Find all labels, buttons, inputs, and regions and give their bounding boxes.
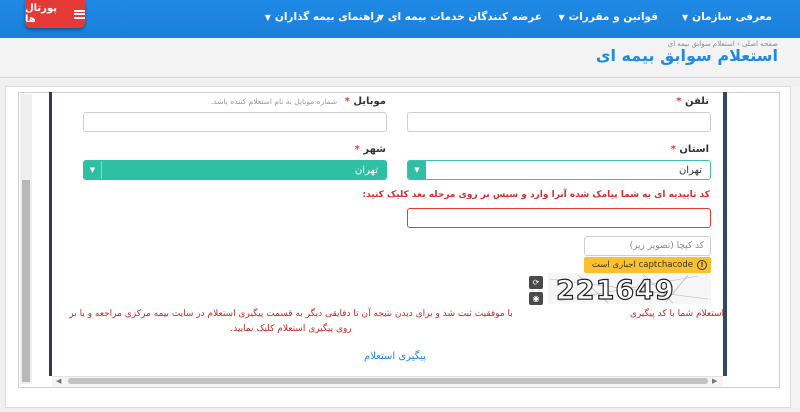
- city-select[interactable]: تهران ▼: [83, 160, 387, 180]
- horizontal-scroll-thumb[interactable]: [68, 378, 708, 384]
- city-label-text: شهر: [363, 144, 386, 155]
- nav-item-label: معرفی سازمان: [692, 11, 772, 23]
- captcha-warning-text: captchacode اجباری است: [591, 260, 693, 270]
- nav-item-label: عرضه کنندگان خدمات بیمه ای: [387, 11, 542, 23]
- warning-icon: !: [697, 260, 707, 270]
- nav-item-about[interactable]: معرفی سازمان▼: [682, 11, 772, 27]
- vertical-scroll-thumb[interactable]: [22, 180, 30, 382]
- nav-item-label: راهنمای بیمه گذاران: [274, 11, 380, 23]
- province-select[interactable]: تهران ▼: [407, 160, 711, 180]
- confirm-code-input[interactable]: [407, 208, 711, 228]
- mobile-label-text: موبایل: [353, 96, 386, 107]
- phone-label: تلفن *: [676, 96, 709, 107]
- page-title: استعلام سوابق بیمه ای: [595, 46, 778, 65]
- nav-item-providers[interactable]: عرضه کنندگان خدمات بیمه ای▼: [378, 11, 542, 27]
- caret-down-icon: ▼: [558, 13, 565, 22]
- page-scrollbar[interactable]: [791, 86, 800, 408]
- result-message: با موفقیت ثبت شد و برای دیدن نتیجه آن تا…: [69, 309, 513, 334]
- captcha-input[interactable]: کد کپچا (تصویر زیر): [584, 236, 711, 256]
- province-label-text: استان: [679, 144, 709, 155]
- confirm-code-label: کد تاییدیه ای به شما پیامک شده آنرا وارد…: [362, 190, 710, 200]
- province-value: تهران: [678, 165, 702, 176]
- panel-border-left: [49, 92, 52, 376]
- required-marker: *: [670, 144, 676, 155]
- captcha-tools: ⟳ ◉: [529, 274, 544, 306]
- nav-item-label: قوانین و مقررات: [568, 11, 658, 23]
- menu-icon: [74, 9, 85, 19]
- audio-icon[interactable]: ◉: [529, 292, 543, 305]
- top-navbar: معرفی سازمان▼ قوانین و مقررات▼ عرضه کنند…: [0, 0, 800, 38]
- scroll-left-arrow-icon[interactable]: ◀: [56, 377, 61, 385]
- phone-label-text: تلفن: [684, 96, 709, 107]
- followup-link[interactable]: پیگیری استعلام: [364, 351, 426, 362]
- nav-item-laws[interactable]: قوانین و مقررات▼: [558, 11, 658, 27]
- city-value: تهران: [354, 165, 378, 176]
- nav-item-guide[interactable]: راهنمای بیمه گذاران▼: [265, 11, 380, 27]
- scroll-right-arrow-icon[interactable]: ▶: [712, 377, 717, 385]
- captcha-warning: ! captchacode اجباری است: [584, 257, 711, 273]
- result-label: استعلام شما با کد پیگیری: [629, 309, 724, 319]
- required-marker: *: [344, 96, 350, 107]
- city-label: شهر *: [355, 144, 386, 155]
- caret-down-icon: ▼: [682, 13, 689, 22]
- dropdown-arrow-icon[interactable]: ▼: [84, 161, 102, 179]
- captcha-text: 221649: [556, 275, 675, 304]
- portals-button[interactable]: پورتال ها: [25, 0, 85, 28]
- mobile-label: موبایل * شماره موبایل به نام استعلام کنن…: [211, 96, 386, 107]
- mobile-input[interactable]: [83, 112, 387, 132]
- refresh-icon[interactable]: ⟳: [529, 276, 543, 289]
- required-marker: *: [354, 144, 360, 155]
- portals-label: پورتال ها: [25, 3, 57, 25]
- dropdown-arrow-icon[interactable]: ▼: [408, 161, 426, 179]
- required-marker: *: [676, 96, 682, 107]
- caret-down-icon: ▼: [264, 13, 271, 22]
- captcha-image: 221649: [548, 273, 711, 304]
- province-label: استان *: [671, 144, 709, 155]
- panel-border-right: [723, 92, 727, 376]
- phone-input[interactable]: [407, 112, 711, 132]
- mobile-hint: شماره موبایل به نام استعلام کننده باشد.: [210, 97, 338, 106]
